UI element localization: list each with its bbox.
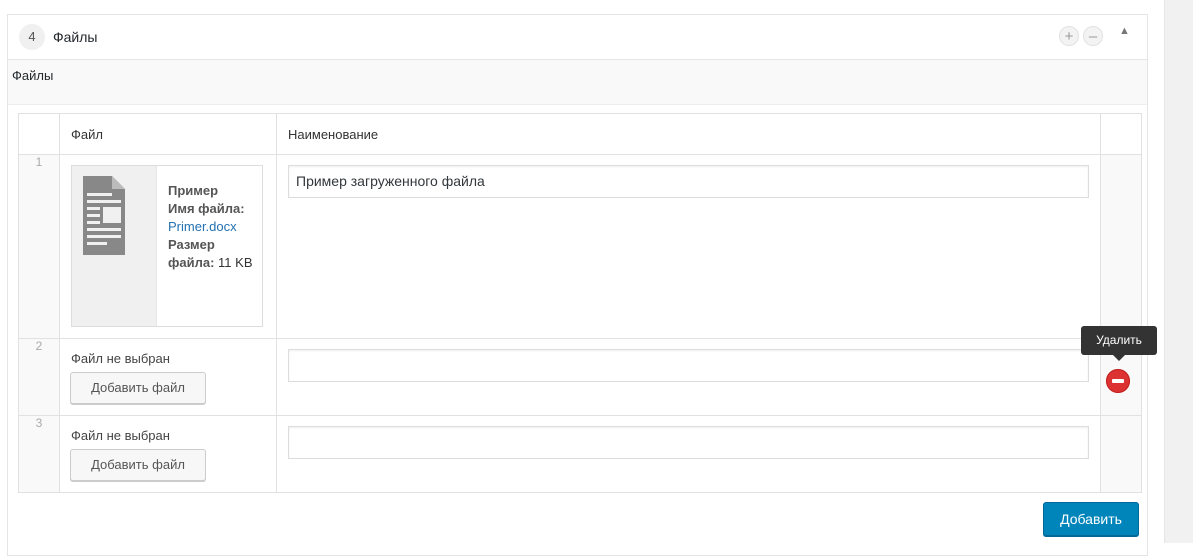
file-size-value: 11 KB [218, 255, 253, 270]
name-cell [276, 415, 1101, 493]
remove-tooltip: Удалить [1081, 326, 1157, 355]
files-repeater-table: Файл Наименование 1 Пример Имя файла: Pr… [18, 113, 1142, 493]
file-size-label: Размер файла: [168, 237, 215, 270]
row-index[interactable]: 2 [18, 338, 60, 416]
file-cell: Файл не выбран Добавить файл [59, 338, 277, 416]
file-name-link[interactable]: Primer.docx [168, 219, 237, 234]
panel-header[interactable]: 4 Файлы + – ▲ [8, 15, 1147, 60]
column-header-file: Файл [59, 113, 277, 155]
row-index[interactable]: 3 [18, 415, 60, 493]
name-cell [276, 338, 1101, 416]
add-panel-icon[interactable]: + [1059, 26, 1079, 46]
remove-panel-icon[interactable]: – [1083, 26, 1103, 46]
row-actions-cell [1100, 154, 1142, 339]
file-cell: Файл не выбран Добавить файл [59, 415, 277, 493]
table-row: 1 Пример Имя файла: Primer.docx Размер ф… [18, 154, 1142, 339]
add-file-button[interactable]: Добавить файл [70, 449, 206, 481]
file-name-label: Имя файла: [168, 201, 245, 216]
section-header [8, 60, 1147, 105]
row-index[interactable]: 1 [18, 154, 60, 339]
table-row: 3 Файл не выбран Добавить файл [18, 415, 1142, 493]
file-title: Пример [168, 183, 219, 198]
row-actions-cell [1100, 415, 1142, 493]
file-name-input[interactable]: Пример загруженного файла [288, 165, 1089, 198]
scrollbar-track[interactable] [1164, 0, 1193, 543]
column-header-index [18, 113, 60, 155]
table-header-row: Файл Наименование [18, 113, 1142, 155]
add-row-button[interactable]: Добавить [1043, 502, 1139, 536]
no-file-text: Файл не выбран [71, 428, 170, 443]
add-file-button[interactable]: Добавить файл [70, 372, 206, 404]
files-panel: 4 Файлы + – ▲ Файлы Файл Наименование 1 [7, 14, 1148, 556]
column-header-actions [1100, 113, 1142, 155]
panel-number-badge: 4 [19, 24, 45, 50]
file-info: Пример Имя файла: Primer.docx Размер фай… [168, 182, 260, 272]
file-preview[interactable]: Пример Имя файла: Primer.docx Размер фай… [71, 165, 263, 327]
panel-title[interactable]: Файлы [53, 29, 97, 45]
remove-row-icon[interactable] [1106, 369, 1130, 393]
tooltip-arrow [1113, 355, 1125, 361]
section-title: Файлы [12, 68, 54, 83]
column-header-name: Наименование [276, 113, 1101, 155]
collapse-arrow-icon[interactable]: ▲ [1119, 25, 1130, 37]
document-icon [72, 166, 157, 326]
file-name-input[interactable] [288, 426, 1089, 459]
name-cell: Пример загруженного файла [276, 154, 1101, 339]
table-row: 2 Файл не выбран Добавить файл [18, 338, 1142, 416]
file-name-input[interactable] [288, 349, 1089, 382]
no-file-text: Файл не выбран [71, 351, 170, 366]
file-cell: Пример Имя файла: Primer.docx Размер фай… [59, 154, 277, 339]
